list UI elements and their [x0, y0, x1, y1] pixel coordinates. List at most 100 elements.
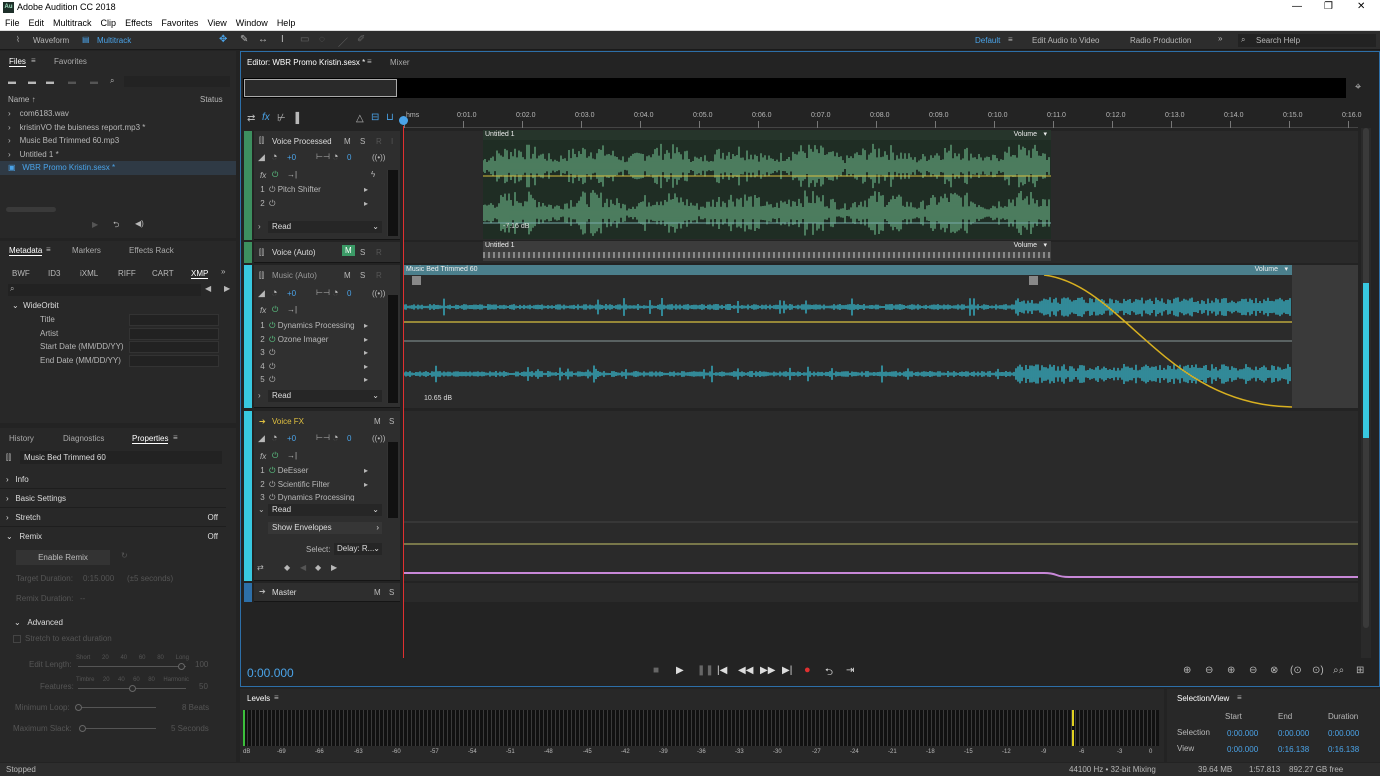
import-file-icon[interactable]: ▬ [28, 77, 36, 86]
fx-power-icon[interactable]: ⏻ [272, 305, 278, 315]
loop-button[interactable]: ⮌ [825, 665, 833, 682]
automation-mode-select[interactable]: Read ⌄ [268, 504, 382, 516]
fx-icon[interactable]: fx [260, 306, 266, 315]
fx-prepost-icon[interactable]: →| [287, 451, 297, 460]
view-duration[interactable]: 0:16.138 [1328, 745, 1359, 754]
snap-icon[interactable]: ⊟ [371, 112, 379, 123]
collapse-icon[interactable]: ⌄ [14, 618, 21, 627]
subtab-cart[interactable]: CART [152, 269, 174, 278]
keyframe-icon[interactable]: ◆ [284, 563, 290, 572]
expand-icon[interactable]: › [8, 109, 11, 118]
tab-metadata[interactable]: Metadata [9, 246, 43, 256]
chevron-down-icon[interactable]: ▾ [1043, 130, 1047, 140]
menu-effects[interactable]: Effects [125, 18, 152, 28]
next-keyframe-icon[interactable]: ▶ [331, 563, 337, 572]
lasso-tool-icon[interactable]: ◌ [319, 34, 325, 45]
view-start[interactable]: 0:00.000 [1227, 745, 1258, 754]
expand-icon[interactable]: › [6, 494, 9, 503]
selection-end[interactable]: 0:00.000 [1278, 729, 1309, 738]
overview-bar[interactable] [243, 78, 1346, 98]
zoom-in-end-icon[interactable]: ⊙) [1312, 665, 1324, 676]
tab-favorites[interactable]: Favorites [54, 57, 87, 66]
selection-view-menu-icon[interactable]: ≡ [1237, 693, 1242, 702]
mute-button[interactable]: M [374, 588, 381, 597]
tab-diagnostics[interactable]: Diagnostics [63, 434, 104, 443]
section-remix[interactable]: ⌄ Remix Off [0, 527, 226, 546]
col-name-header[interactable]: Name ↑ [8, 95, 36, 104]
insert-icon[interactable]: ▬ [68, 77, 76, 86]
menu-clip[interactable]: Clip [101, 18, 117, 28]
field-input[interactable] [129, 341, 219, 353]
minimize-button[interactable]: — [1292, 1, 1302, 12]
menu-view[interactable]: View [207, 18, 226, 28]
advanced-section[interactable]: ⌄ Advanced [14, 616, 63, 630]
tab-effects-rack[interactable]: Effects Rack [129, 246, 174, 255]
zoom-in-time-icon[interactable]: ⊕ [1227, 665, 1235, 676]
track-name[interactable]: Master [272, 588, 296, 597]
more-subtabs-icon[interactable]: » [221, 267, 225, 276]
slider-thumb[interactable] [75, 704, 82, 711]
fx-toggle-icon[interactable]: fx [262, 112, 270, 123]
power-icon[interactable]: ⏻ [269, 199, 275, 208]
volume-knob-icon[interactable]: ◔ [271, 151, 278, 163]
tab-editor[interactable]: Editor: WBR Promo Kristin.sesx * [247, 58, 365, 67]
power-icon[interactable]: ⏻ [269, 493, 275, 501]
prev-keyframe-icon[interactable]: ◀ [300, 563, 306, 572]
clip-gain-label[interactable]: -7.16 dB [503, 223, 529, 230]
properties-menu-icon[interactable]: ≡ [173, 433, 178, 442]
workspace-edit-audio-video[interactable]: Edit Audio to Video [1032, 36, 1099, 45]
pause-button[interactable]: ❚❚ [697, 665, 714, 676]
pan-value[interactable]: 0 [347, 434, 351, 443]
eq-icon[interactable]: ▐ [292, 113, 299, 124]
automation-lanes[interactable] [404, 520, 1358, 582]
track-name[interactable]: Voice (Auto) [272, 248, 316, 257]
effect-slot[interactable]: 2 ⏻ Scientific Filter ▸ [258, 478, 372, 492]
automation-mode-select[interactable]: Read ⌄ [268, 390, 382, 402]
clip-title-bar[interactable]: Untitled 1 Volume ▾ [483, 241, 1051, 251]
tab-history[interactable]: History [9, 434, 34, 443]
restore-button[interactable]: ❐ [1324, 1, 1333, 12]
fx-prepost-icon[interactable]: →| [287, 170, 297, 179]
loop-icon[interactable]: ⮌ [113, 219, 119, 233]
chevron-down-icon[interactable]: ▾ [1284, 265, 1288, 275]
sends-icon[interactable]: ⊬ [277, 113, 286, 124]
brush-tool-icon[interactable]: ／ [338, 34, 348, 49]
new-file-icon[interactable]: ▬ [46, 77, 54, 86]
file-item[interactable]: › kristinVO the buisness report.mp3 * [0, 121, 236, 135]
power-icon[interactable]: ⏻ [269, 335, 275, 344]
volume-knob-icon[interactable]: ◔ [271, 287, 278, 299]
fx-lightning-icon[interactable]: ϟ [371, 170, 375, 179]
solo-button[interactable]: S [360, 137, 365, 146]
automation-mode-select[interactable]: Read ⌄ [268, 221, 382, 233]
files-menu-icon[interactable]: ≡ [31, 56, 36, 65]
collapse-icon[interactable]: ⌄ [258, 505, 265, 514]
tab-mixer[interactable]: Mixer [390, 58, 410, 67]
time-ruler[interactable]: hms 0:01.0 0:02.0 0:03.0 0:04.0 0:05.0 0:06.0 0… [404, 110, 1361, 128]
solo-button[interactable]: S [389, 588, 394, 597]
pan-knob-icon[interactable]: ◔ [332, 151, 339, 163]
track-name[interactable]: Music (Auto) [272, 271, 317, 280]
play-button[interactable]: ▶ [676, 665, 684, 676]
metadata-group[interactable]: ⌄ WideOrbit [12, 299, 59, 313]
tracks-scrollbar[interactable] [1361, 128, 1371, 658]
tab-files[interactable]: Files [9, 57, 26, 67]
expand-icon[interactable]: › [6, 475, 9, 484]
collapse-icon[interactable]: ⌄ [6, 532, 13, 541]
record-button[interactable]: ● [804, 664, 811, 676]
subtab-riff[interactable]: RIFF [118, 269, 136, 278]
razor-tool-icon[interactable]: ✎ [240, 34, 248, 45]
power-icon[interactable]: ⏻ [269, 480, 275, 489]
effect-arrow-icon[interactable]: ▸ [364, 319, 368, 333]
field-input[interactable] [129, 354, 219, 367]
pan-value[interactable]: 0 [347, 153, 351, 162]
arm-record-button[interactable]: R [376, 248, 382, 257]
collapse-icon[interactable]: ⌄ [12, 301, 19, 310]
metadata-search-field[interactable]: ⌕ [8, 284, 201, 296]
power-icon[interactable]: ⏻ [269, 362, 275, 371]
power-icon[interactable]: ⏻ [269, 466, 275, 475]
editor-menu-icon[interactable]: ≡ [367, 57, 372, 66]
monitor-input-button[interactable]: I [391, 137, 393, 146]
effect-arrow-icon[interactable]: ▸ [364, 183, 368, 197]
fx-icon[interactable]: fx [260, 452, 266, 461]
effect-arrow-icon[interactable]: ▸ [364, 464, 368, 478]
